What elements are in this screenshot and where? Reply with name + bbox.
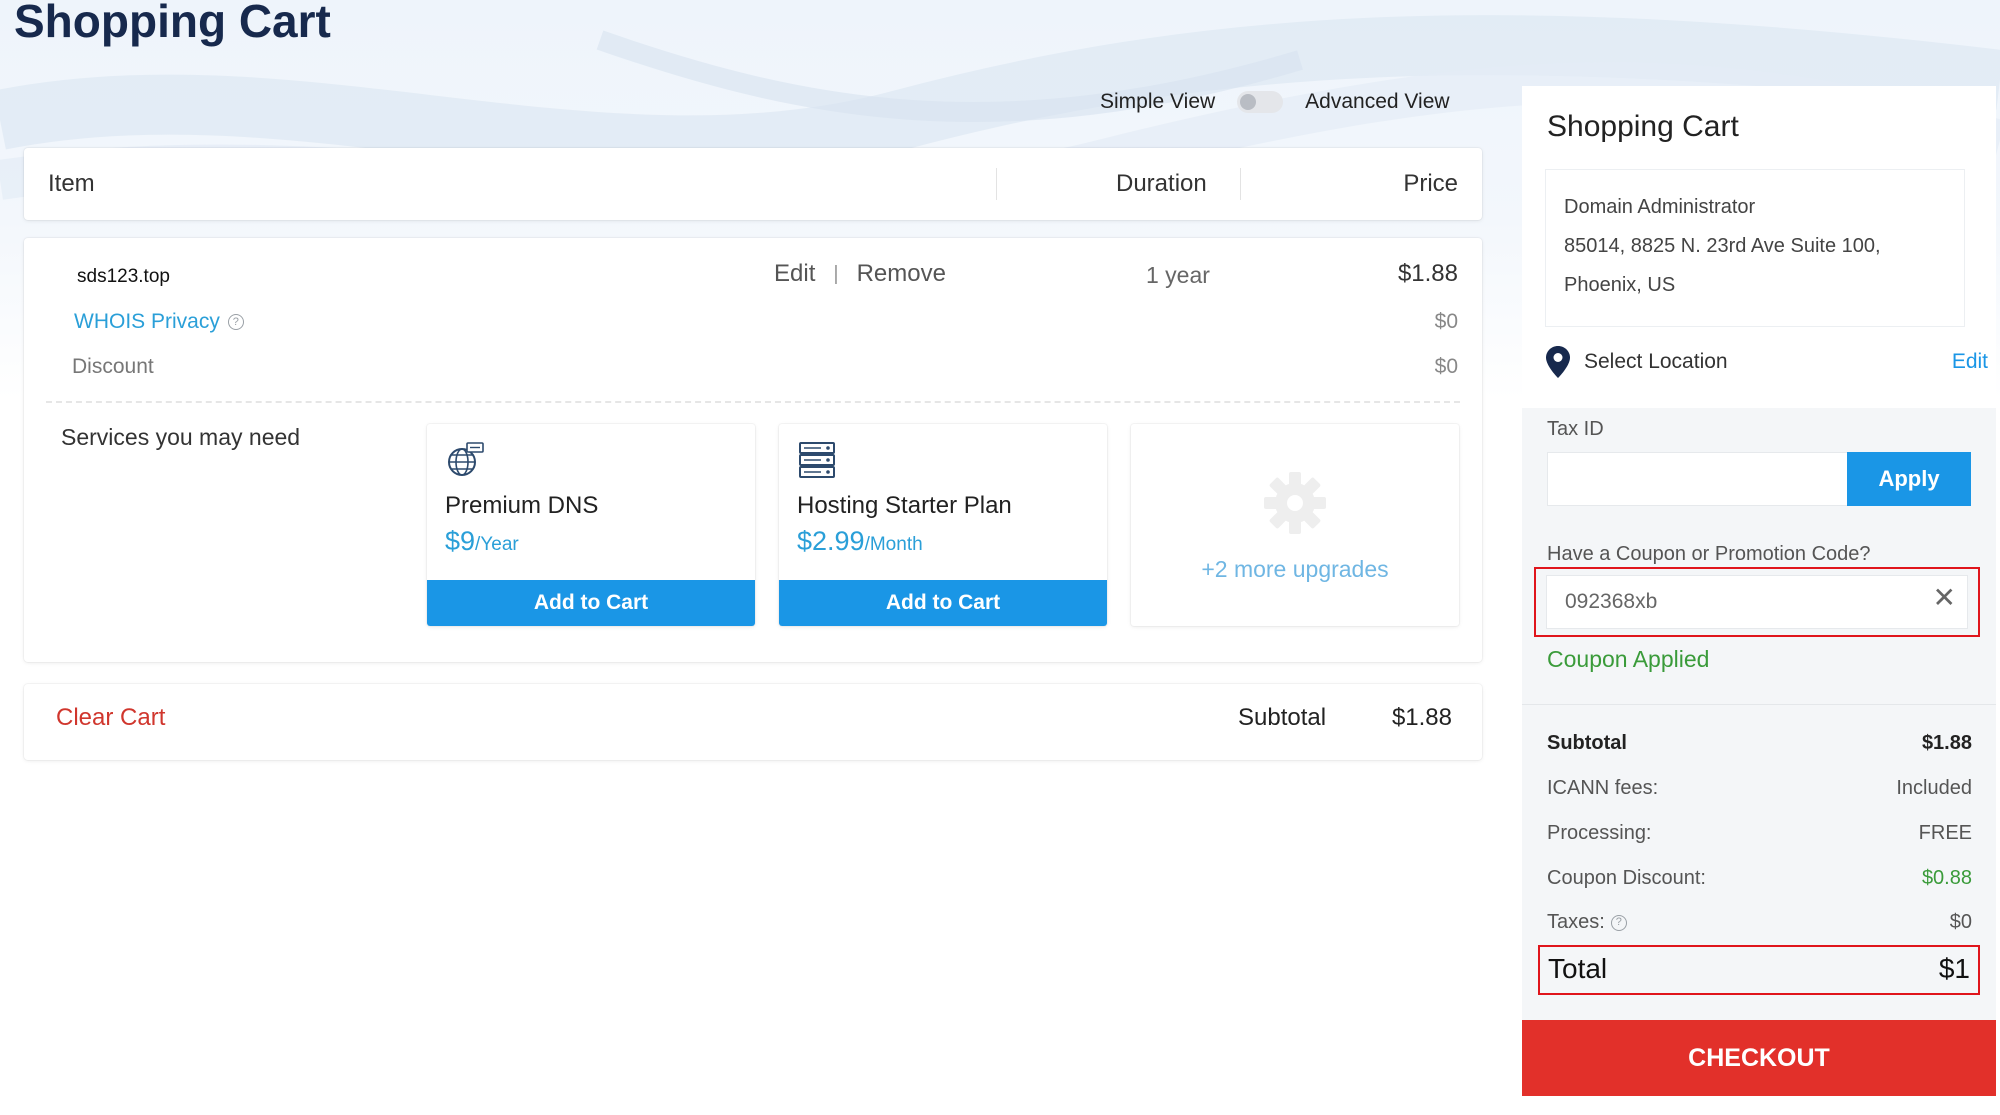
- service-price-amount: $9: [445, 526, 476, 556]
- summary-coupon-row: Coupon Discount: $0.88: [1547, 867, 1972, 890]
- whois-price: $0: [1434, 310, 1458, 333]
- service-price-amount: $2.99: [797, 526, 865, 556]
- cart-table-header: Item Duration Price: [24, 148, 1482, 220]
- billing-address: Domain Administrator 85014, 8825 N. 23rd…: [1546, 170, 1964, 326]
- edit-item-link[interactable]: Edit: [774, 260, 815, 288]
- summary-divider: [1522, 704, 1996, 705]
- coupon-discount-value: $0.88: [1921, 867, 1972, 889]
- summary-subtotal-label: Subtotal: [1547, 732, 1627, 754]
- coupon-status: Coupon Applied: [1547, 646, 1710, 672]
- taxes-label-wrap: Taxes: ?: [1547, 911, 1627, 934]
- switch-knob: [1240, 94, 1257, 110]
- item-actions: Edit | Remove: [774, 260, 946, 288]
- action-divider: |: [833, 262, 839, 285]
- more-upgrades-card[interactable]: +2 more upgrades: [1131, 424, 1459, 626]
- clear-cart-button[interactable]: Clear Cart: [56, 704, 165, 732]
- service-price: $9/Year: [445, 526, 519, 557]
- item-price: $1.88: [1397, 260, 1458, 287]
- view-toggle: Simple View Advanced View: [1100, 86, 1450, 118]
- item-duration[interactable]: 1 year: [1146, 262, 1210, 289]
- sidebar-top: Shopping Cart Domain Administrator 85014…: [1522, 86, 1996, 408]
- header-price: Price: [1403, 170, 1458, 197]
- subtotal-value: $1.88: [1391, 704, 1452, 731]
- icann-label: ICANN fees:: [1547, 777, 1659, 799]
- address-line: Domain Administrator: [1564, 196, 1756, 218]
- taxes-value: $0: [1949, 911, 1972, 933]
- clear-coupon-icon[interactable]: ✕: [1933, 581, 1956, 614]
- header-separator: [996, 168, 997, 200]
- coupon-highlight: 092368xb ✕: [1534, 567, 1980, 637]
- coupon-value: 092368xb: [1565, 590, 1658, 613]
- help-icon[interactable]: ?: [1610, 914, 1627, 931]
- service-name: Premium DNS: [445, 492, 599, 519]
- summary-processing-row: Processing: FREE: [1547, 822, 1972, 845]
- help-icon[interactable]: ?: [227, 314, 244, 330]
- remove-item-link[interactable]: Remove: [857, 260, 946, 288]
- more-upgrades-link[interactable]: +2 more upgrades: [1201, 556, 1388, 583]
- service-name: Hosting Starter Plan: [797, 492, 1012, 519]
- processing-label: Processing:: [1547, 822, 1652, 844]
- server-icon: [799, 442, 835, 478]
- dns-globe-icon: [448, 442, 484, 476]
- summary-subtotal-row: Subtotal $1.88: [1547, 732, 1972, 755]
- advanced-view-label[interactable]: Advanced View: [1305, 90, 1449, 114]
- taxes-label: Taxes:: [1547, 911, 1605, 933]
- processing-value: FREE: [1918, 822, 1972, 844]
- service-card-hosting: Hosting Starter Plan $2.99/Month Add to …: [779, 424, 1107, 626]
- discount-price: $0: [1434, 355, 1458, 378]
- gear-icon: [1264, 471, 1326, 534]
- coupon-discount-label: Coupon Discount:: [1547, 867, 1706, 889]
- whois-privacy: WHOIS Privacy ?: [74, 310, 244, 334]
- tax-id-input[interactable]: [1547, 452, 1848, 506]
- summary-subtotal-value: $1.88: [1921, 732, 1972, 754]
- apply-tax-button[interactable]: Apply: [1847, 452, 1971, 506]
- domain-name: sds123.top: [77, 266, 170, 287]
- header-separator: [1240, 168, 1241, 200]
- header-item: Item: [48, 170, 95, 197]
- total-row: Total $1: [1548, 953, 1970, 985]
- dashed-divider: [46, 401, 1460, 403]
- simple-view-label[interactable]: Simple View: [1100, 90, 1215, 114]
- summary-taxes-row: Taxes: ? $0: [1547, 911, 1972, 934]
- service-price-unit: /Year: [475, 534, 519, 555]
- cart-items-card: sds123.top Edit | Remove 1 year $1.88 WH…: [24, 238, 1482, 662]
- services-label: Services you may need: [61, 424, 301, 450]
- service-card-premium-dns: Premium DNS $9/Year Add to Cart: [427, 424, 755, 626]
- view-switch[interactable]: [1237, 91, 1284, 113]
- cart-footer-card: Clear Cart Subtotal $1.88: [24, 684, 1482, 760]
- order-summary-sidebar: Shopping Cart Domain Administrator 85014…: [1522, 86, 1996, 1096]
- coupon-input[interactable]: 092368xb: [1546, 575, 1968, 629]
- add-hosting-button[interactable]: Add to Cart: [779, 580, 1107, 626]
- select-location-link[interactable]: Select Location: [1584, 350, 1728, 374]
- sidebar-title: Shopping Cart: [1547, 110, 1739, 143]
- service-price: $2.99/Month: [797, 526, 923, 557]
- add-premium-dns-button[interactable]: Add to Cart: [427, 580, 755, 626]
- address-line: Phoenix, US: [1564, 274, 1676, 296]
- coupon-label: Have a Coupon or Promotion Code?: [1547, 543, 1871, 565]
- total-highlight: Total $1: [1538, 945, 1980, 995]
- discount-label: Discount: [72, 355, 154, 378]
- edit-location-link[interactable]: Edit: [1952, 350, 1988, 374]
- header-duration: Duration: [1116, 170, 1207, 197]
- subtotal-label: Subtotal: [1238, 704, 1327, 731]
- total-label: Total: [1548, 953, 1608, 984]
- location-pin-icon: [1546, 346, 1570, 378]
- whois-privacy-link[interactable]: WHOIS Privacy: [74, 310, 220, 334]
- service-price-unit: /Month: [864, 534, 923, 555]
- tax-id-label: Tax ID: [1547, 418, 1604, 440]
- address-line: 85014, 8825 N. 23rd Ave Suite 100,: [1564, 235, 1881, 257]
- summary-icann-row: ICANN fees: Included: [1547, 777, 1972, 800]
- location-row: Select Location Edit: [1546, 344, 1988, 380]
- total-value: $1: [1938, 953, 1970, 984]
- icann-value: Included: [1896, 777, 1972, 799]
- checkout-button[interactable]: CHECKOUT: [1522, 1020, 1996, 1096]
- page-title: Shopping Cart: [14, 0, 331, 47]
